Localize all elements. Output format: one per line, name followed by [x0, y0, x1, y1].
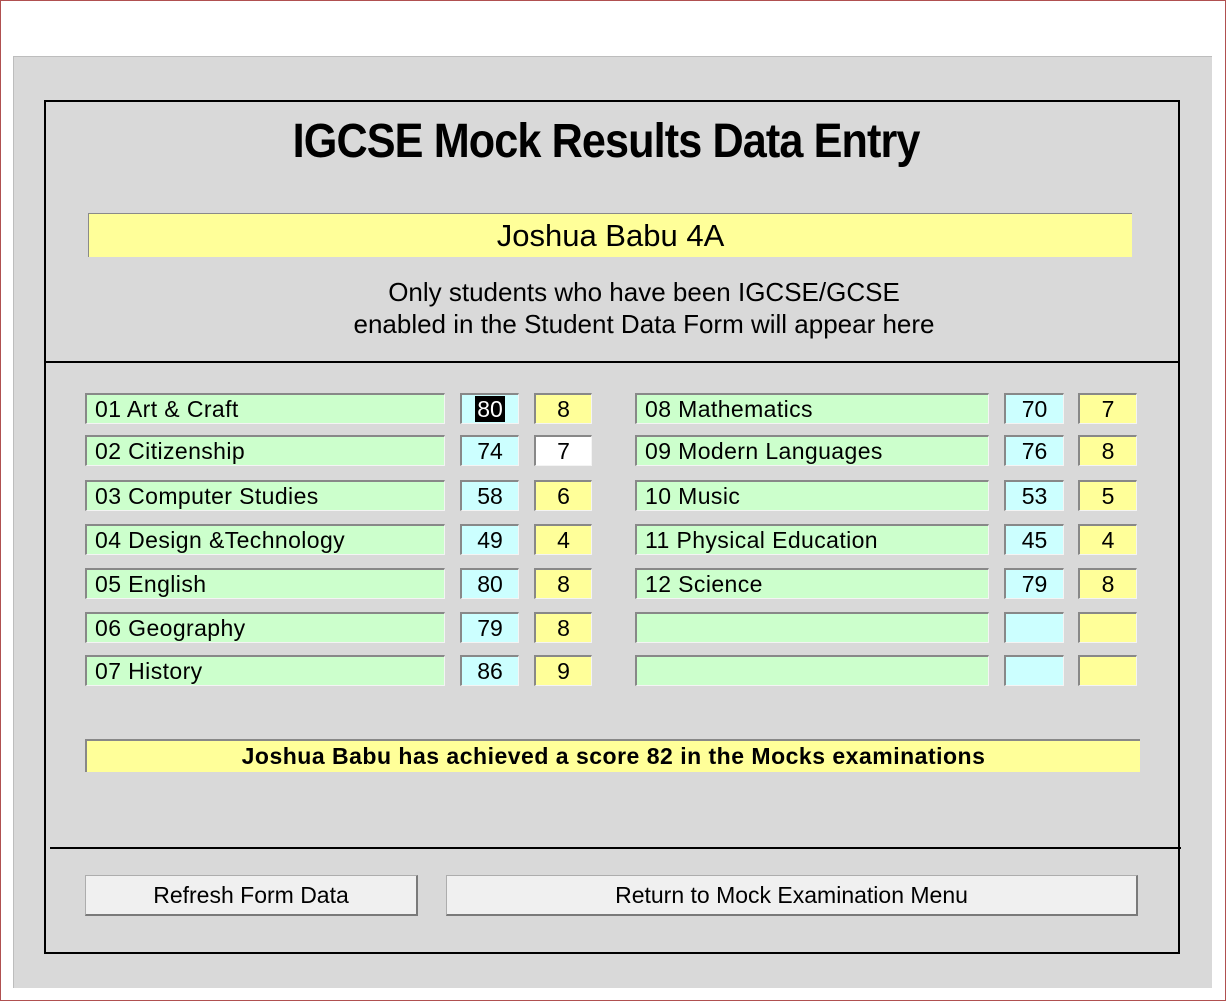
mark-field[interactable]: 53	[1004, 480, 1064, 511]
subject-name-field[interactable]: 04 Design &Technology	[85, 524, 445, 555]
grade-field[interactable]: 5	[1078, 480, 1137, 511]
grade-field[interactable]: 7	[1078, 393, 1137, 424]
subject-name-field[interactable]: 05 English	[85, 568, 445, 599]
mark-field[interactable]: 79	[1004, 568, 1064, 599]
grade-field[interactable]: 4	[534, 524, 592, 555]
subject-name-field[interactable]: 10 Music	[635, 480, 989, 511]
grade-field[interactable]: 8	[534, 612, 592, 643]
mark-field[interactable]: 45	[1004, 524, 1064, 555]
student-name-field[interactable]: Joshua Babu 4A	[88, 213, 1132, 257]
mark-field[interactable]: 86	[460, 655, 519, 686]
info-note-line2: enabled in the Student Data Form will ap…	[353, 309, 935, 339]
subject-name-field[interactable]: 07 History	[85, 655, 445, 686]
grade-field[interactable]: 9	[534, 655, 592, 686]
subject-name-field[interactable]: 06 Geography	[85, 612, 445, 643]
mark-field[interactable]: 74	[460, 435, 519, 466]
selected-mark-text: 80	[475, 396, 505, 422]
mark-field[interactable]: 79	[460, 612, 519, 643]
subject-name-field[interactable]: 09 Modern Languages	[635, 435, 989, 466]
info-note-line1: Only students who have been IGCSE/GCSE	[388, 277, 900, 307]
subject-name-field[interactable]: 12 Science	[635, 568, 989, 599]
header-divider	[44, 361, 1180, 363]
grade-field[interactable]: 8	[1078, 568, 1137, 599]
subject-name-field[interactable]: 02 Citizenship	[85, 435, 445, 466]
mark-field[interactable]	[1004, 612, 1064, 643]
grade-field[interactable]: 8	[534, 393, 592, 424]
subject-name-field[interactable]	[635, 655, 989, 686]
subject-name-field[interactable]: 01 Art & Craft	[85, 393, 445, 424]
grade-field[interactable]: 8	[1078, 435, 1137, 466]
grade-field[interactable]: 4	[1078, 524, 1137, 555]
subject-name-field[interactable]	[635, 612, 989, 643]
mark-field[interactable]	[1004, 655, 1064, 686]
subject-name-field[interactable]: 08 Mathematics	[635, 393, 989, 424]
mark-field[interactable]: 80	[460, 568, 519, 599]
footer-divider	[50, 847, 1181, 849]
mark-field[interactable]: 49	[460, 524, 519, 555]
grade-field[interactable]: 8	[534, 568, 592, 599]
grade-field[interactable]	[1078, 655, 1137, 686]
mark-field[interactable]: 76	[1004, 435, 1064, 466]
subject-name-field[interactable]: 03 Computer Studies	[85, 480, 445, 511]
subject-name-field[interactable]: 11 Physical Education	[635, 524, 989, 555]
refresh-form-data-button[interactable]: Refresh Form Data	[85, 875, 418, 916]
grade-field[interactable]	[1078, 612, 1137, 643]
return-to-menu-button[interactable]: Return to Mock Examination Menu	[446, 875, 1138, 916]
mark-field[interactable]: 80	[460, 393, 519, 424]
mark-field[interactable]: 70	[1004, 393, 1064, 424]
grade-field[interactable]: 7	[534, 435, 592, 466]
score-summary: Joshua Babu has achieved a score 82 in t…	[85, 739, 1140, 772]
mark-field[interactable]: 58	[460, 480, 519, 511]
page-title: IGCSE Mock Results Data Entry	[292, 115, 921, 168]
grade-field[interactable]: 6	[534, 480, 592, 511]
